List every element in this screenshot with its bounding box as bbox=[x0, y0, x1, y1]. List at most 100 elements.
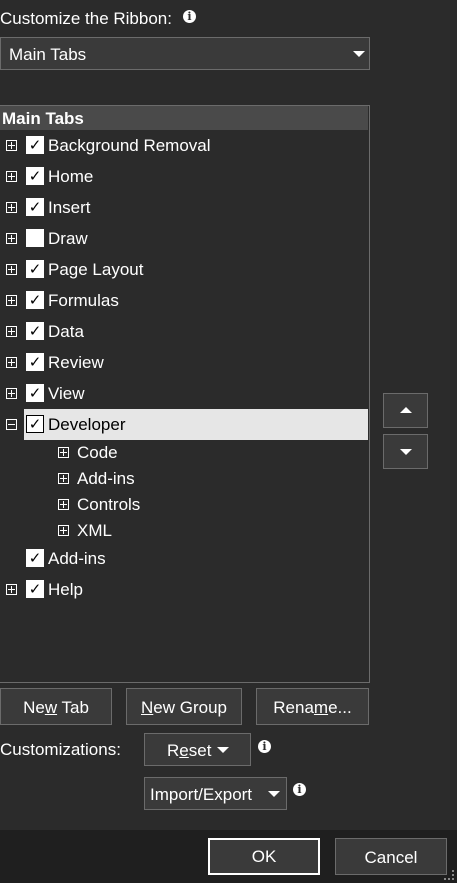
tree-item-draw[interactable]: Draw bbox=[0, 223, 368, 254]
expand-plus-icon[interactable] bbox=[6, 202, 17, 213]
new-group-button[interactable]: New Group bbox=[126, 688, 242, 725]
checkbox-checked-icon[interactable]: ✓ bbox=[26, 580, 44, 598]
tree-item-developer[interactable]: ✓ Developer bbox=[0, 409, 368, 440]
new-tab-label-pre: Ne bbox=[23, 698, 45, 717]
tree-item-label: Page Layout bbox=[48, 260, 144, 279]
tree-item-label: Data bbox=[48, 322, 84, 341]
move-up-button[interactable] bbox=[383, 393, 428, 428]
expand-plus-icon[interactable] bbox=[6, 171, 17, 182]
arrow-up-icon bbox=[400, 407, 412, 413]
checkbox-checked-icon[interactable]: ✓ bbox=[26, 167, 44, 185]
tree-item-label: Add-ins bbox=[48, 549, 106, 568]
rename-label-access: m bbox=[313, 698, 329, 717]
rename-button[interactable]: Rename... bbox=[256, 688, 369, 725]
tree-item-data[interactable]: ✓ Data bbox=[0, 316, 368, 347]
rename-label-post: e... bbox=[328, 698, 352, 717]
expand-plus-icon[interactable] bbox=[6, 264, 17, 275]
tree-item-label: View bbox=[48, 384, 85, 403]
reset-button[interactable]: Reset bbox=[144, 733, 251, 766]
tree-item-label: Help bbox=[48, 580, 83, 599]
tree-item-label: Controls bbox=[77, 495, 141, 514]
checkbox-checked-icon[interactable]: ✓ bbox=[26, 291, 44, 309]
new-tab-label-post: Tab bbox=[57, 698, 89, 717]
ribbon-tabs-dropdown-value: Main Tabs bbox=[9, 45, 87, 64]
reset-label-pre: R bbox=[167, 741, 180, 760]
tree-item-label: Insert bbox=[48, 198, 91, 217]
collapse-minus-icon[interactable] bbox=[6, 419, 17, 430]
tree-item-label: Code bbox=[77, 443, 118, 462]
tree-item-label: Draw bbox=[48, 229, 88, 248]
expand-plus-icon[interactable] bbox=[6, 295, 17, 306]
tree-item-label: Background Removal bbox=[48, 136, 211, 155]
expand-plus-icon[interactable] bbox=[58, 499, 69, 510]
checkbox-checked-icon[interactable]: ✓ bbox=[26, 136, 44, 154]
customize-ribbon-label: Customize the Ribbon: bbox=[0, 9, 172, 29]
expand-plus-icon[interactable] bbox=[6, 584, 17, 595]
checkbox-unchecked-icon[interactable] bbox=[26, 229, 44, 247]
checkbox-checked-icon[interactable]: ✓ bbox=[26, 384, 44, 402]
expand-plus-icon[interactable] bbox=[58, 525, 69, 536]
checkbox-checked-icon[interactable]: ✓ bbox=[26, 353, 44, 371]
expand-plus-icon[interactable] bbox=[6, 140, 17, 151]
checkbox-checked-icon[interactable]: ✓ bbox=[26, 549, 44, 567]
tree-item-insert[interactable]: ✓ Insert bbox=[0, 192, 368, 223]
tree-item-label: Review bbox=[48, 353, 104, 372]
cancel-label: Cancel bbox=[364, 848, 418, 867]
customizations-label-text: Customizations: bbox=[0, 740, 121, 759]
tree-item-code[interactable]: Code bbox=[0, 440, 368, 466]
info-icon: i bbox=[258, 740, 271, 753]
tree-item-help[interactable]: ✓ Help bbox=[0, 574, 368, 605]
tree-item-xml[interactable]: XML bbox=[0, 518, 368, 544]
ok-button[interactable]: OK bbox=[208, 838, 320, 875]
tree-header: Main Tabs bbox=[0, 106, 368, 130]
tree-item-home[interactable]: ✓ Home bbox=[0, 161, 368, 192]
ribbon-tabs-dropdown[interactable]: Main Tabs bbox=[0, 37, 370, 70]
new-group-label-access: N bbox=[141, 698, 154, 717]
new-group-label-post: ew Group bbox=[153, 698, 227, 717]
checkbox-checked-icon[interactable]: ✓ bbox=[26, 260, 44, 278]
tree-item-controls[interactable]: Controls bbox=[0, 492, 368, 518]
tree-item-formulas[interactable]: ✓ Formulas bbox=[0, 285, 368, 316]
tree-item-background-removal[interactable]: ✓ Background Removal bbox=[0, 130, 368, 161]
expand-plus-icon[interactable] bbox=[6, 233, 17, 244]
move-down-button[interactable] bbox=[383, 434, 428, 469]
info-icon: i bbox=[183, 10, 196, 23]
expand-plus-icon[interactable] bbox=[6, 326, 17, 337]
import-export-label: Import/Export bbox=[150, 785, 253, 804]
main-tabs-tree[interactable]: Main Tabs ✓ Background Removal ✓ Home ✓ … bbox=[0, 105, 370, 683]
expand-plus-icon[interactable] bbox=[58, 473, 69, 484]
tree-item-view[interactable]: ✓ View bbox=[0, 378, 368, 409]
tree-item-page-layout[interactable]: ✓ Page Layout bbox=[0, 254, 368, 285]
chevron-down-icon bbox=[268, 791, 280, 797]
new-tab-button[interactable]: New Tab bbox=[0, 688, 112, 725]
tree-item-add-ins-group[interactable]: Add-ins bbox=[0, 466, 368, 492]
checkbox-checked-icon[interactable]: ✓ bbox=[26, 198, 44, 216]
tree-item-add-ins[interactable]: ✓ Add-ins bbox=[0, 543, 368, 574]
tree-header-text: Main Tabs bbox=[2, 109, 84, 128]
import-export-button[interactable]: Import/Export bbox=[144, 777, 287, 810]
checkbox-checked-icon[interactable]: ✓ bbox=[26, 415, 44, 433]
rename-label-pre: Rena bbox=[273, 698, 314, 717]
resize-grip-icon[interactable] bbox=[444, 870, 454, 880]
arrow-down-icon bbox=[400, 449, 412, 455]
tree-item-label: XML bbox=[77, 521, 112, 540]
new-tab-label-access: w bbox=[44, 698, 58, 717]
reset-label-post: set bbox=[188, 741, 212, 760]
tree-item-label: Developer bbox=[48, 415, 126, 434]
reset-label-access: e bbox=[179, 741, 189, 760]
chevron-down-icon bbox=[217, 747, 229, 753]
expand-plus-icon[interactable] bbox=[6, 357, 17, 368]
expand-plus-icon[interactable] bbox=[58, 447, 69, 458]
expand-plus-icon[interactable] bbox=[6, 388, 17, 399]
tree-item-label: Home bbox=[48, 167, 94, 186]
chevron-down-icon bbox=[353, 51, 365, 57]
checkbox-checked-icon[interactable]: ✓ bbox=[26, 322, 44, 340]
ok-label: OK bbox=[251, 847, 277, 866]
customizations-label: Customizations: bbox=[0, 740, 121, 760]
tree-item-label: Add-ins bbox=[77, 469, 135, 488]
customize-ribbon-label-text: Customize the Ribbon: bbox=[0, 9, 172, 28]
tree-item-review[interactable]: ✓ Review bbox=[0, 347, 368, 378]
cancel-button[interactable]: Cancel bbox=[335, 838, 447, 875]
info-icon: i bbox=[293, 783, 306, 796]
tree-item-label: Formulas bbox=[48, 291, 119, 310]
